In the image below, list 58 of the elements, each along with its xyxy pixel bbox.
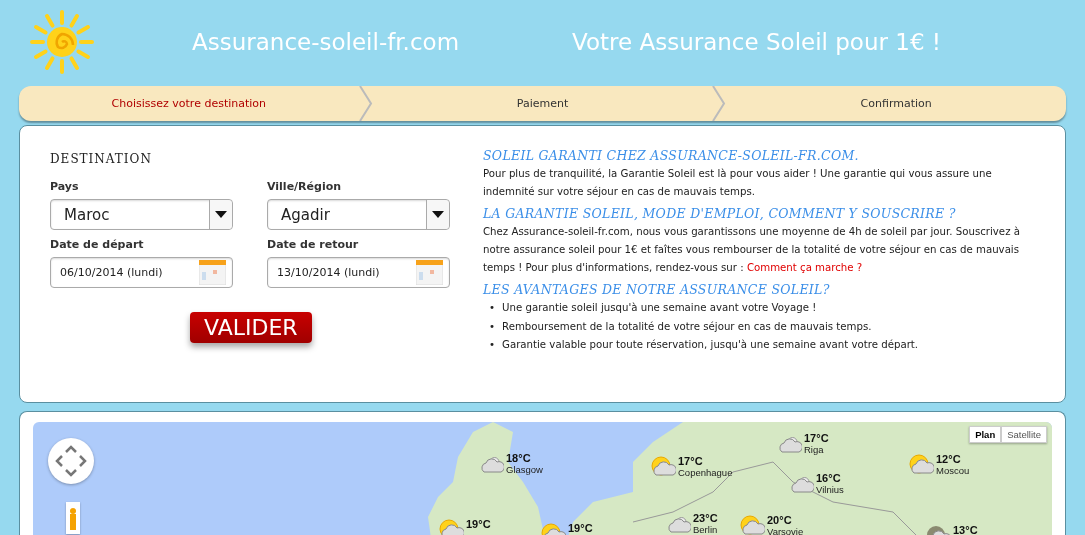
select-field[interactable]: Agadir (267, 199, 450, 230)
section-heading: LA GARANTIE SOLEIL, MODE D'EMPLOI, COMMENT Y SOUSCRIRE ? (483, 206, 957, 221)
field-label: Date de retour (267, 238, 360, 251)
city-label: Riga (804, 444, 825, 455)
temperature-label: 16°C (816, 473, 842, 484)
caret-icon (432, 211, 444, 218)
step-tab[interactable]: Choisissez votre destination (19, 86, 359, 121)
city-label: Glasgow (506, 464, 543, 475)
sun-cloud-icon (650, 456, 676, 478)
form-title: DESTINATION (50, 152, 152, 166)
bullet-mark: • (489, 338, 495, 352)
city-label: Vilnius (816, 484, 844, 495)
calendar-icon (199, 260, 226, 285)
field-label: Pays (50, 180, 80, 193)
sun-cloud-icon (908, 454, 934, 476)
site-name: Assurance-soleil-fr.com (192, 29, 461, 55)
temperature-label: 13°C (953, 525, 978, 535)
temperature-label: 23°C (693, 513, 718, 524)
benefit-item: Une garantie soleil jusqu'à une semaine avant votre Voyage ! (502, 301, 817, 315)
section-paragraph: Pour plus de tranquilité, la Garantie Soleil est là pour vous aider ! Une garantie qui vous assure une indemnité sur votre séjour en cas de mauvais temps. (483, 167, 993, 199)
section-heading: LES AVANTAGES DE NOTRE ASSURANCE SOLEIL? (483, 282, 831, 297)
benefit-item: Garantie valable pour toute réservation, jusqu'à une semaine avant votre départ. (502, 338, 919, 352)
temperature-label: 17°C (804, 433, 829, 444)
caret-icon (215, 211, 227, 218)
field-label: Date de départ (50, 238, 145, 251)
temperature-label: 18°C (506, 453, 532, 464)
field-label: Ville/Région (267, 180, 343, 193)
city-label: Berlin (693, 524, 718, 535)
chevron-divider-icon (712, 86, 727, 121)
pan-control[interactable] (48, 438, 94, 484)
temperature-label: 12°C (936, 454, 962, 465)
calendar-icon (416, 260, 443, 285)
how-it-works-link[interactable]: Comment ça marche ? (746, 262, 863, 273)
map-type-button[interactable]: Plan (969, 426, 1002, 443)
validate-button[interactable]: VALIDER (190, 312, 312, 343)
bullet-mark: • (489, 319, 495, 334)
city-label: Copenhague (678, 467, 733, 478)
temperature-label: 19°C (466, 519, 491, 530)
temperature-label: 20°C (767, 515, 793, 526)
map-type-button[interactable]: Satellite (1001, 426, 1047, 443)
date-field[interactable]: 13/10/2014 (lundi) (267, 257, 450, 288)
sun-logo-icon (28, 8, 96, 76)
sun-cloud-icon (438, 519, 464, 535)
date-field[interactable]: 06/10/2014 (lundi) (50, 257, 233, 288)
select-field[interactable]: Maroc (50, 199, 233, 230)
temperature-label: 17°C (678, 456, 704, 467)
step-tab[interactable]: Confirmation (726, 86, 1066, 121)
section-heading: SOLEIL GARANTI CHEZ ASSURANCE-SOLEIL-FR.COM. (483, 148, 860, 163)
chevron-divider-icon (358, 86, 373, 121)
benefit-item: Remboursement de la totalité de votre séjour en cas de mauvais temps. (502, 319, 872, 334)
city-label: Moscou (936, 465, 970, 476)
temperature-label: 19°C (568, 523, 593, 534)
sun-cloud-icon (739, 515, 765, 535)
tagline: Votre Assurance Soleil pour 1€ ! (572, 29, 942, 55)
step-tab[interactable]: Paiement (372, 86, 713, 121)
city-label: Varsovie (767, 526, 804, 535)
section-paragraph: Chez Assurance-soleil-fr.com, nous vous garantissons une moyenne de 4h de soleil par jour. Souscrivez à notre assurance soleil pour 1€ et faîtes vous rembourser de la totalité de votre séjour en cas de mauvais temps ! Pour plus d'informations, rendez-vous sur : Comment ça marche ? (483, 225, 1021, 275)
bullet-mark: • (489, 301, 495, 315)
